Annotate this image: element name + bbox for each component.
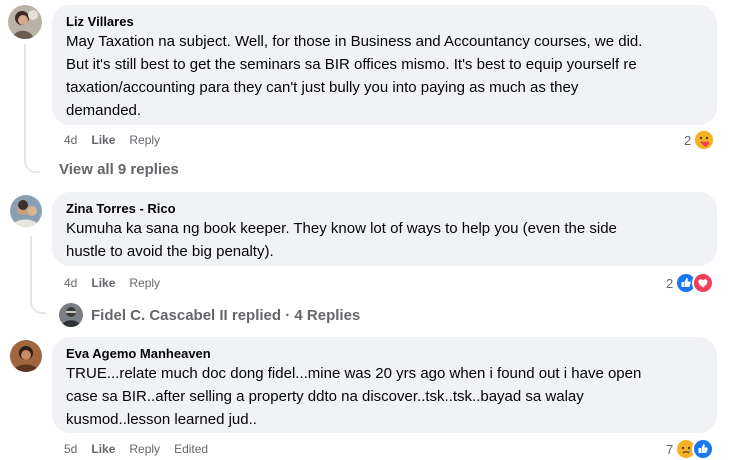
like-button[interactable]: Like [91,132,115,148]
reply-button[interactable]: Reply [129,441,160,457]
comment-timestamp[interactable]: 5d [64,441,77,457]
comment-actions: 4d Like Reply [64,275,160,291]
comment-author[interactable]: Liz Villares [66,13,703,30]
avatar[interactable] [10,340,42,372]
reaction-summary[interactable]: 2 [666,272,715,294]
love-icon [692,272,715,294]
like-button[interactable]: Like [91,441,115,457]
reaction-count: 2 [684,132,692,148]
comment-bubble: Eva Agemo Manheaven TRUE...relate much d… [52,337,717,433]
reply-button[interactable]: Reply [129,132,160,148]
thread-line [24,44,26,157]
thread-connector [24,157,40,173]
comment-text: But it's still best to get the seminars … [66,56,637,73]
comment-bubble: Liz Villares May Taxation na subject. We… [52,5,717,125]
reaction-count: 2 [666,275,674,291]
comment-author[interactable]: Zina Torres - Rico [66,200,703,217]
like-button[interactable]: Like [91,275,115,291]
view-replies-link[interactable]: View all 9 replies [59,161,179,178]
reply-button[interactable]: Reply [129,275,160,291]
reaction-summary[interactable]: 7 [666,438,715,460]
like-icon [692,438,715,460]
comment-text: taxation/accounting para they can't just… [66,79,579,96]
avatar[interactable] [8,5,42,39]
comment-text: TRUE...relate much doc dong fidel...mine… [66,365,642,382]
reaction-summary[interactable]: 2 [684,129,716,151]
comment-author[interactable]: Eva Agemo Manheaven [66,345,703,362]
replies-summary-link[interactable]: Fidel C. Cascabel II replied · 4 Replies [59,303,360,327]
comment-text: hustle to avoid the big penalty). [66,243,274,260]
comment-actions: 5d Like Reply Edited [64,441,208,457]
edited-label: Edited [174,442,209,456]
reaction-count: 7 [666,441,674,457]
comment-timestamp[interactable]: 4d [64,132,77,148]
comment-text: kusmod..lesson learned jud.. [66,411,257,428]
care-icon [693,129,716,151]
thread-line [30,236,32,298]
comment-bubble: Zina Torres - Rico Kumuha ka sana ng boo… [52,192,717,266]
replied-text: Fidel C. Cascabel II replied · 4 Replies [91,306,361,324]
avatar[interactable] [10,195,42,227]
comment-text: Kumuha ka sana ng book keeper. They know… [66,220,617,237]
comment-text: May Taxation na subject. Well, for those… [66,33,643,50]
thread-connector [30,298,46,314]
avatar [59,303,83,327]
comment-text: case sa BIR..after selling a property dd… [66,388,584,405]
comment-text: demanded. [66,102,142,119]
comment-actions: 4d Like Reply [64,132,160,148]
comment-timestamp[interactable]: 4d [64,275,77,291]
